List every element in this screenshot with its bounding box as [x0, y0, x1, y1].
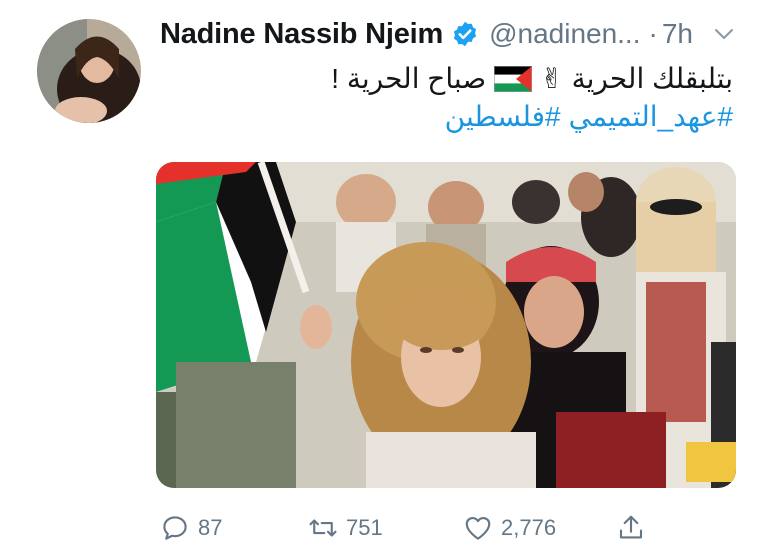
avatar-photo-icon — [37, 19, 141, 123]
share-icon — [619, 515, 643, 539]
reply-count: 87 — [198, 515, 223, 540]
like-count: 2,776 — [501, 515, 557, 540]
protest-photo-image — [156, 162, 736, 488]
heart-icon — [465, 516, 491, 540]
tweet-photo[interactable] — [156, 162, 736, 488]
avatar[interactable] — [37, 19, 141, 123]
separator-dot: · — [648, 18, 658, 49]
tweet-header: Nadine Nassib Njeim @nadinen... · 7h — [160, 14, 693, 54]
tweet-text-part-1: بتلبقلك الحرية — [571, 63, 733, 94]
retweet-icon — [309, 519, 337, 537]
retweet-count: 751 — [346, 515, 383, 540]
tweet-actions: 87 751 2,776 — [160, 508, 660, 548]
user-handle[interactable]: @nadinen... — [489, 18, 640, 50]
tweet-card[interactable]: Nadine Nassib Njeim @nadinen... · 7h بتل… — [0, 0, 773, 558]
verified-badge-icon — [451, 20, 479, 48]
reply-icon — [163, 516, 187, 540]
like-button[interactable]: 2,776 — [463, 508, 556, 548]
timestamp[interactable]: 7h — [662, 18, 693, 50]
chevron-down-icon[interactable] — [712, 22, 736, 46]
hashtag-link[interactable]: #عهد_التميمي — [569, 100, 733, 133]
reply-button[interactable]: 87 — [160, 508, 222, 548]
tweet-text-line-1: بتلبقلك الحرية ✌ صباح الحرية ! — [331, 62, 733, 95]
palestine-flag-icon — [494, 65, 533, 92]
hashtag-link[interactable]: #فلسطين — [445, 100, 561, 133]
display-name[interactable]: Nadine Nassib Njeim — [160, 18, 443, 51]
victory-hand-emoji: ✌ — [540, 63, 564, 94]
tweet-hashtags: #عهد_التميمي #فلسطين — [445, 100, 733, 133]
share-button[interactable] — [616, 508, 646, 548]
tweet-text-part-2: صباح الحرية ! — [331, 63, 487, 94]
retweet-button[interactable]: 751 — [308, 508, 383, 548]
